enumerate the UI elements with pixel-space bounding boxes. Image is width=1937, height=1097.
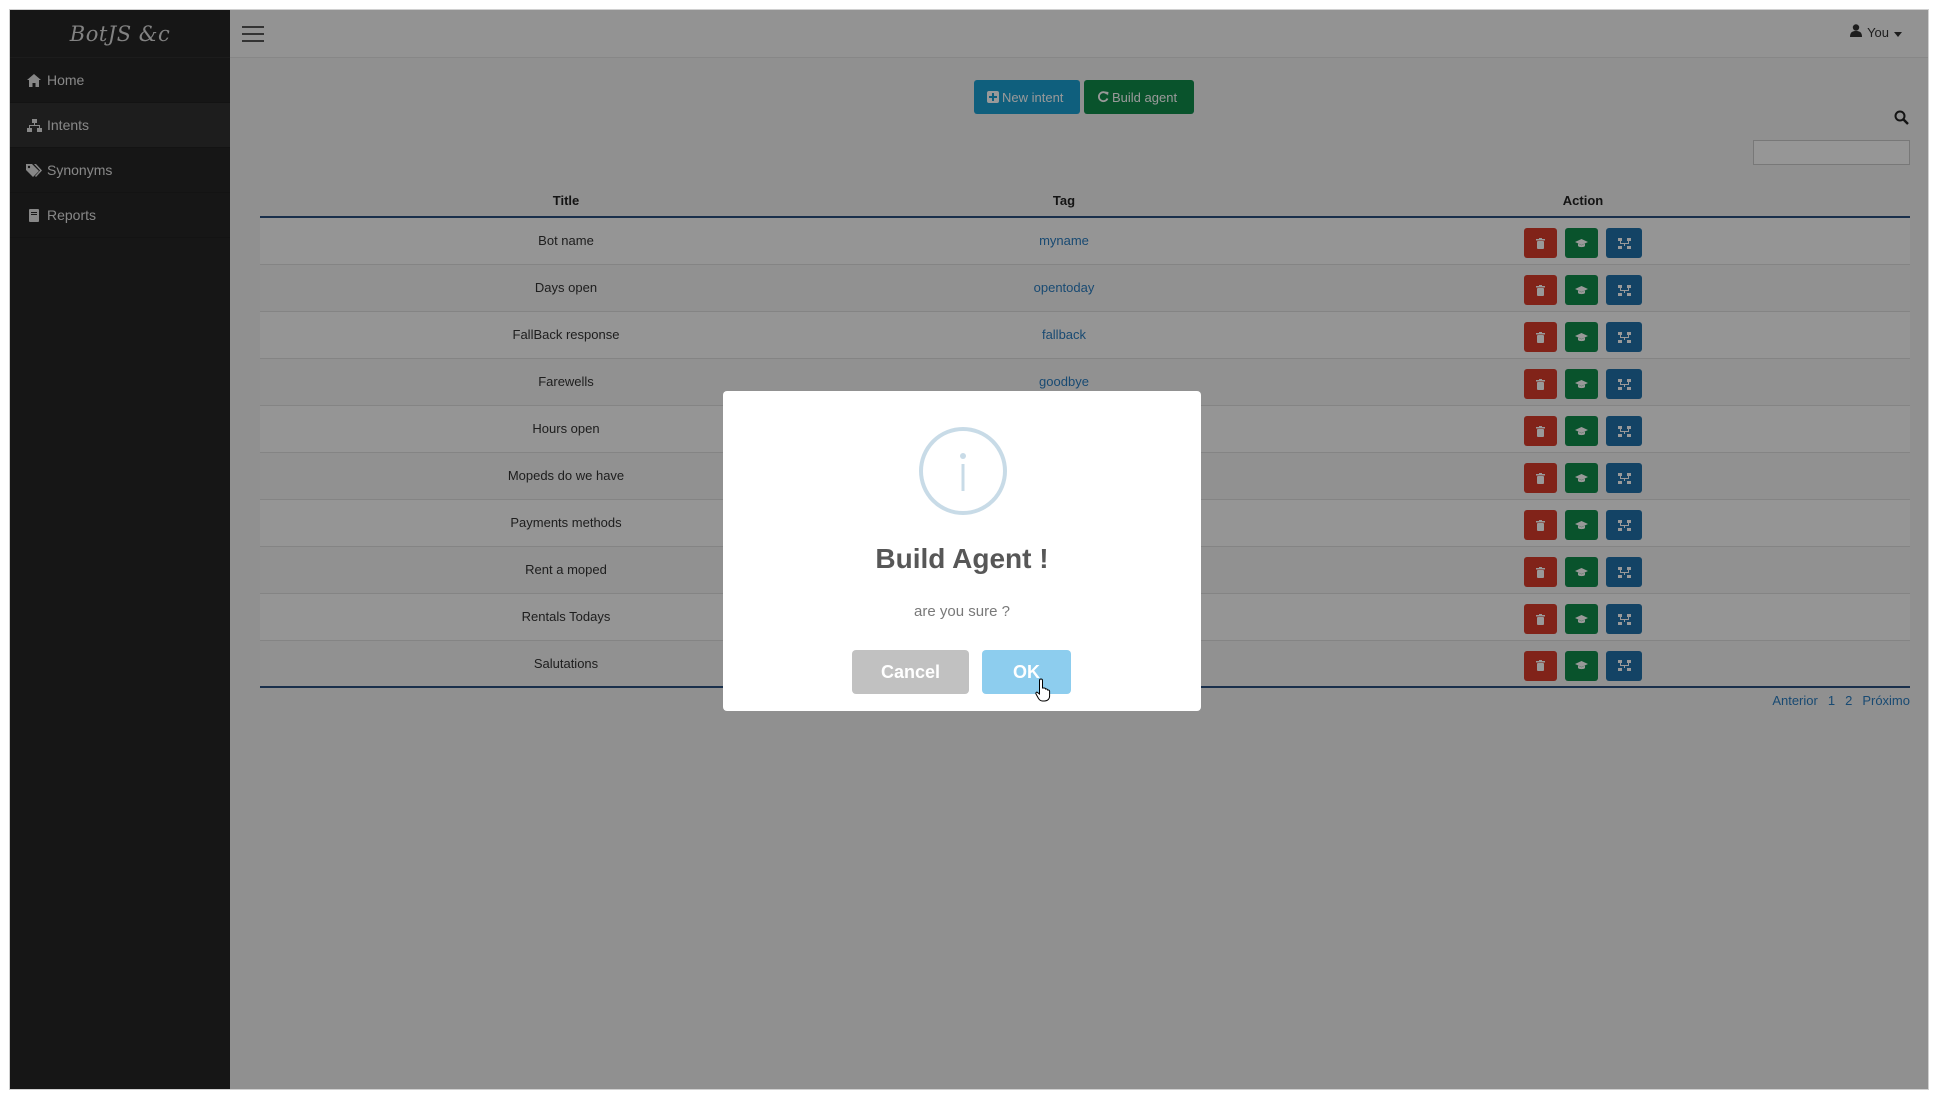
info-icon	[919, 427, 1007, 515]
app-window: BotJS &c Home Intents Synonyms Reports Y…	[9, 9, 1929, 1090]
ok-button[interactable]: OK	[982, 650, 1071, 694]
confirm-dialog: Build Agent ! are you sure ? Cancel OK	[723, 391, 1201, 711]
dialog-message: are you sure ?	[914, 603, 1010, 620]
hand-cursor-icon	[1035, 678, 1053, 702]
cancel-button[interactable]: Cancel	[852, 650, 969, 694]
dialog-title: Build Agent !	[875, 543, 1049, 574]
